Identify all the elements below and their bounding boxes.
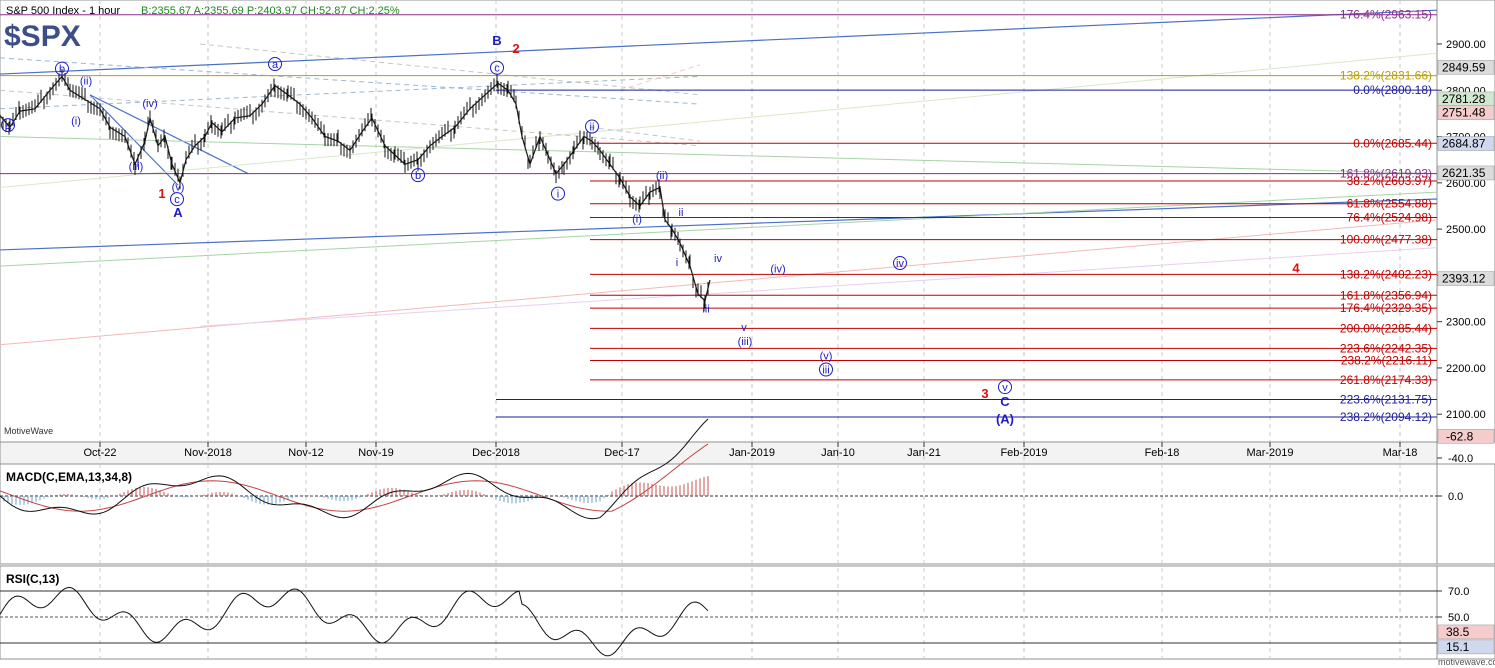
wave-label: (A) bbox=[996, 411, 1014, 426]
spx-chart: 176.4%(2963.15) 138.2%(2831.66)0.0%(2800.… bbox=[0, 0, 1495, 667]
x-tick-label: Nov-19 bbox=[358, 447, 393, 459]
wave-label: 4 bbox=[1292, 261, 1300, 276]
fib-level-label: 176.4%(2963.15) bbox=[1340, 8, 1432, 22]
macd-axis bbox=[1436, 463, 1495, 565]
fib-level-label: 261.8%(2174.33) bbox=[1340, 373, 1432, 387]
watermark: MotiveWave bbox=[4, 426, 53, 436]
x-tick-label: Jan-10 bbox=[821, 447, 855, 459]
x-tick-label: Feb-18 bbox=[1145, 447, 1180, 459]
fib-level-label: 238.2%(2094.12) bbox=[1340, 410, 1432, 424]
y-tick-label: 2200.00 bbox=[1446, 363, 1486, 375]
x-tick-label: Feb-2019 bbox=[1000, 447, 1047, 459]
macd-tick-label: 0.0 bbox=[1448, 491, 1463, 503]
rsi-last-value: 38.5 bbox=[1446, 625, 1470, 639]
fib-level-label: 0.0%(2800.18) bbox=[1353, 83, 1432, 97]
wave-label: (iv) bbox=[142, 98, 157, 110]
fib-level-label: 0.0%(2685.44) bbox=[1353, 136, 1432, 150]
wave-label: (ii) bbox=[80, 76, 92, 88]
macd-tick-label: -40.0 bbox=[1448, 453, 1473, 465]
price-badge-label: 2751.48 bbox=[1442, 106, 1486, 120]
wave-label: (i) bbox=[632, 214, 642, 226]
wave-label: iii bbox=[822, 365, 829, 377]
x-tick-label: Dec-17 bbox=[604, 447, 639, 459]
wave-label: 1 bbox=[158, 186, 165, 201]
main-price-panel bbox=[0, 0, 1438, 443]
x-tick-label: Mar-18 bbox=[1383, 447, 1418, 459]
price-badge-label: 2393.12 bbox=[1442, 272, 1486, 286]
wave-label: c bbox=[494, 63, 500, 75]
fib-level-label: 61.8%(2554.88) bbox=[1347, 197, 1432, 211]
wave-label: a bbox=[272, 59, 279, 71]
rsi-tick-label: 70.0 bbox=[1448, 586, 1469, 598]
wave-label: C bbox=[1000, 394, 1010, 409]
wave-label: 2 bbox=[512, 41, 519, 56]
price-badge-label: 2849.59 bbox=[1442, 60, 1486, 74]
macd-title: MACD(C,EMA,13,34,8) bbox=[6, 470, 132, 484]
y-tick-label: 2100.00 bbox=[1446, 409, 1486, 421]
wave-label: (iv) bbox=[770, 264, 785, 276]
chart-title: S&P 500 Index - 1 hour bbox=[6, 5, 120, 17]
x-tick-label: Mar-2019 bbox=[1246, 447, 1293, 459]
wave-label: b bbox=[59, 64, 65, 76]
y-tick-label: 2900.00 bbox=[1446, 39, 1486, 51]
x-tick-label: Jan-2019 bbox=[729, 447, 775, 459]
wave-label: (v) bbox=[172, 182, 185, 194]
macd-last-value: -62.8 bbox=[1446, 429, 1474, 443]
wave-label: B bbox=[492, 33, 501, 48]
wave-label: i bbox=[557, 189, 559, 201]
rsi-tick-label: 50.0 bbox=[1448, 612, 1469, 624]
wave-label: 3 bbox=[981, 386, 988, 401]
rsi-panel bbox=[0, 565, 1438, 660]
wave-label: ii bbox=[679, 207, 684, 219]
quote-line: B:2355.67 A:2355.69 P:2403.97 CH:52.87 C… bbox=[141, 5, 400, 17]
rsi-title: RSI(C,13) bbox=[6, 572, 59, 586]
macd-panel bbox=[0, 463, 1438, 565]
footer-brand: motivewave.com bbox=[1438, 657, 1495, 667]
fib-level-label: 138.2%(2831.66) bbox=[1340, 69, 1432, 83]
wave-label: A bbox=[173, 205, 183, 220]
wave-label: (iii) bbox=[738, 336, 753, 348]
fib-level-label: 223.6%(2131.75) bbox=[1340, 393, 1432, 407]
wave-label: iv bbox=[896, 258, 904, 270]
fib-level-label: 176.4%(2329.35) bbox=[1340, 301, 1432, 315]
wave-label: ii bbox=[590, 122, 595, 134]
y-tick-label: 2500.00 bbox=[1446, 224, 1486, 236]
wave-label: a bbox=[5, 120, 12, 132]
x-tick-label: Oct-22 bbox=[83, 447, 116, 459]
wave-label: (iii) bbox=[129, 161, 144, 173]
price-badge-label: 2621.35 bbox=[1442, 166, 1486, 180]
fib-level-label: 238.2%(2216.11) bbox=[1341, 353, 1432, 367]
fib-level-label: 200.0%(2285.44) bbox=[1340, 321, 1432, 335]
fib-level-label: 76.4%(2524.98) bbox=[1347, 211, 1432, 225]
wave-label: b bbox=[415, 170, 421, 182]
fib-level-label: 38.2%(2603.97) bbox=[1347, 174, 1432, 188]
fib-level-label: 100.0%(2477.38) bbox=[1340, 233, 1432, 247]
x-tick-label: Jan-21 bbox=[907, 447, 941, 459]
wave-label: i bbox=[676, 257, 678, 269]
wave-label: v bbox=[1002, 382, 1008, 394]
x-tick-label: Dec-2018 bbox=[472, 447, 520, 459]
x-tick-label: Nov-12 bbox=[288, 447, 323, 459]
wave-label: iv bbox=[714, 253, 722, 265]
rsi-last-value-2: 15.1 bbox=[1446, 640, 1470, 654]
y-tick-label: 2300.00 bbox=[1446, 317, 1486, 329]
wave-label: v bbox=[741, 322, 747, 334]
wave-label: (ii) bbox=[656, 170, 668, 182]
price-badge-label: 2781.28 bbox=[1442, 92, 1486, 106]
wave-label: (v) bbox=[820, 351, 833, 363]
wave-label: (i) bbox=[71, 116, 81, 128]
x-tick-label: Nov-2018 bbox=[184, 447, 232, 459]
fib-level-label: 138.2%(2402.23) bbox=[1340, 267, 1432, 281]
price-badge-label: 2684.87 bbox=[1442, 137, 1486, 151]
wave-label: iii bbox=[702, 303, 709, 315]
symbol-label: $SPX bbox=[4, 20, 81, 53]
